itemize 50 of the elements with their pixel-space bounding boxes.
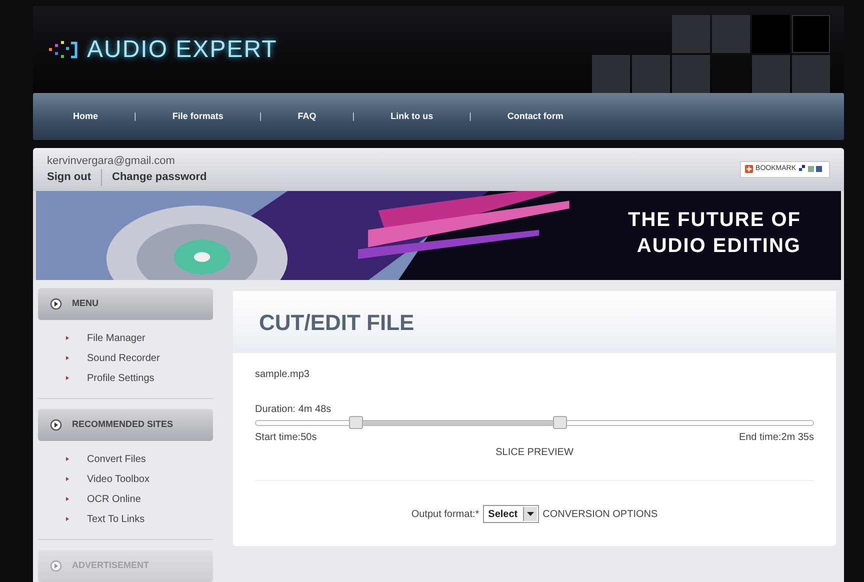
banner-headline: AUDIO EDITING bbox=[636, 234, 801, 259]
bullet-icon bbox=[66, 477, 69, 481]
sidebar-link[interactable]: Text To Links bbox=[66, 509, 213, 529]
caret-icon bbox=[526, 512, 534, 516]
nav-link[interactable]: File formats bbox=[172, 110, 224, 124]
nav-separator: | bbox=[352, 110, 355, 123]
nav-link[interactable]: Contact form bbox=[507, 110, 564, 124]
nav-separator: | bbox=[259, 110, 262, 123]
plus-icon bbox=[744, 165, 753, 174]
share-icons-drawing bbox=[799, 165, 825, 174]
file-name: sample.mp3 bbox=[255, 368, 310, 382]
user-link[interactable]: Change password bbox=[101, 169, 207, 186]
nav-link[interactable]: FAQ bbox=[298, 110, 316, 124]
conversion-options-link[interactable]: CONVERSION OPTIONS bbox=[542, 506, 658, 522]
slider-handle[interactable] bbox=[349, 416, 364, 429]
page-title: CUT/EDIT FILE bbox=[233, 291, 836, 353]
sidebar-title: ADVERTISEMENT bbox=[72, 559, 150, 572]
start-time: Start time:50s bbox=[255, 431, 317, 445]
user-email: kervinvergara@gmail.com bbox=[47, 154, 176, 169]
slice-preview-link[interactable]: SLICE PREVIEW bbox=[496, 447, 574, 458]
duration-text: Duration: 4m 48s bbox=[255, 403, 332, 417]
bullet-icon bbox=[66, 376, 69, 380]
logo-text: AUDIO EXPERT bbox=[87, 34, 278, 65]
user-link[interactable]: Sign out bbox=[47, 169, 91, 186]
play-circle-icon bbox=[50, 419, 62, 431]
bullet-icon bbox=[66, 457, 69, 461]
bullet-icon bbox=[66, 497, 69, 501]
play-circle-icon bbox=[50, 560, 62, 572]
logo-icon bbox=[49, 40, 79, 60]
end-time: End time:2m 35s bbox=[738, 431, 814, 445]
sidebar-link[interactable]: File Manager bbox=[66, 328, 213, 348]
bullet-icon bbox=[66, 356, 69, 360]
nav-link[interactable]: Link to us bbox=[390, 110, 434, 124]
format-select[interactable]: Select bbox=[483, 505, 539, 523]
play-circle-icon bbox=[50, 298, 62, 310]
sidebar-link[interactable]: Profile Settings bbox=[66, 368, 213, 388]
banner-headline: THE FUTURE OF bbox=[628, 208, 801, 233]
nav-link[interactable]: Home bbox=[73, 110, 98, 124]
sidebar-title: MENU bbox=[72, 297, 98, 310]
nav-separator: | bbox=[469, 110, 472, 123]
sidebar-link[interactable]: Convert Files bbox=[66, 449, 213, 469]
sidebar-title: RECOMMENDED SITES bbox=[72, 418, 174, 432]
sidebar-link[interactable]: Sound Recorder bbox=[66, 348, 213, 368]
nav-separator: | bbox=[134, 110, 136, 123]
output-format-label: Output format:* bbox=[411, 508, 480, 522]
bullet-icon bbox=[66, 336, 69, 340]
sidebar-link[interactable]: Video Toolbox bbox=[66, 469, 213, 489]
sidebar-link[interactable]: OCR Online bbox=[66, 489, 213, 509]
slider-handle[interactable] bbox=[552, 416, 567, 429]
bullet-icon bbox=[66, 517, 69, 521]
